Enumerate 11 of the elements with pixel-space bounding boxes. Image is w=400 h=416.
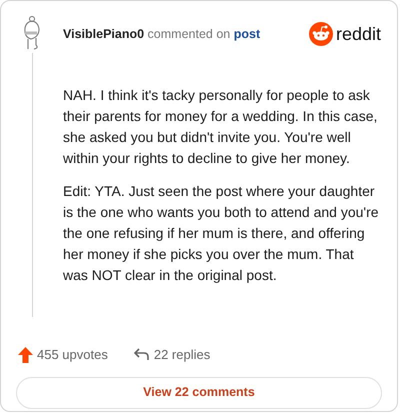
reddit-logo-icon: [308, 22, 333, 46]
comment-paragraph: NAH. I think it's tacky personally for people to ask their parents for money for a wedding. In this case, she asked you but didn't invite you. You're well within your rights to decline to give her money.: [63, 86, 378, 168]
post-link[interactable]: post: [234, 26, 260, 41]
reply-count: 22 replies: [154, 346, 210, 364]
view-comments-button[interactable]: View 22 comments: [16, 376, 382, 408]
reply-arrow-icon[interactable]: [134, 348, 149, 362]
brand-name: reddit: [336, 22, 381, 46]
upvote-arrow-icon[interactable]: [18, 346, 33, 363]
upvote-count: 455 upvotes: [37, 346, 108, 364]
comment-header: VisiblePiano0 commented on post: [63, 26, 260, 43]
comment-paragraph: Edit: YTA. Just seen the post where your daughter is the one who wants you both to attend and you're the one refusing if her mum is there, and offering her money if she picks you over the mum. That was NOT clear in the original post.: [63, 182, 380, 285]
